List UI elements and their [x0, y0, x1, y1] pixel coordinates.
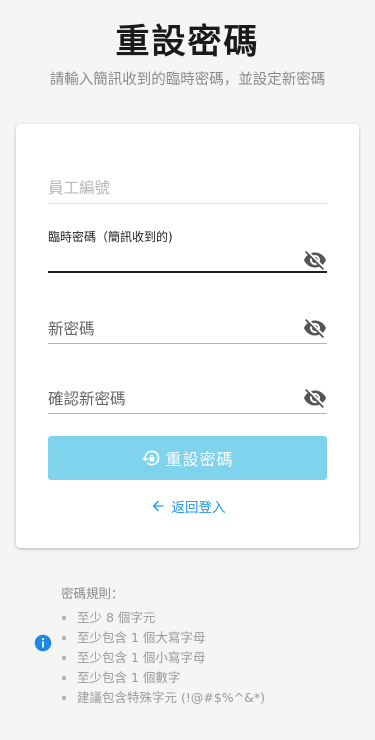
- password-rule-item: 至少包含 1 個大寫字母: [77, 628, 265, 648]
- employee-id-field[interactable]: 員工編號: [48, 172, 327, 206]
- employee-id-underline: [48, 203, 327, 204]
- confirm-password-field[interactable]: 確認新密碼: [48, 384, 327, 414]
- password-rules-list: 至少 8 個字元 至少包含 1 個大寫字母 至少包含 1 個小寫字母 至少包含 …: [61, 608, 265, 708]
- temp-password-underline: [48, 271, 327, 273]
- password-rule-item: 建議包含特殊字元 (!@#$%^&*): [77, 688, 265, 708]
- visibility-off-icon[interactable]: [303, 316, 327, 340]
- reset-password-button-label: 重設密碼: [165, 450, 234, 469]
- visibility-off-icon[interactable]: [303, 386, 327, 410]
- back-to-login-link[interactable]: 返回登入: [16, 496, 359, 516]
- password-rule-item: 至少包含 1 個小寫字母: [77, 648, 265, 668]
- lock-reset-icon: [141, 448, 161, 468]
- confirm-password-underline: [48, 413, 327, 414]
- confirm-password-label: 確認新密碼: [48, 390, 126, 408]
- temp-password-label: 臨時密碼（簡訊收到的): [48, 230, 173, 244]
- back-to-login-label: 返回登入: [171, 500, 226, 516]
- reset-password-card: 員工編號 臨時密碼（簡訊收到的) 新密碼 確認新密碼 重設密碼 返回登入: [16, 124, 359, 548]
- new-password-label: 新密碼: [48, 320, 95, 338]
- password-rule-item: 至少 8 個字元: [77, 608, 265, 628]
- visibility-off-icon[interactable]: [303, 248, 327, 272]
- new-password-underline: [48, 343, 327, 344]
- reset-password-button[interactable]: 重設密碼: [48, 436, 327, 480]
- new-password-field[interactable]: 新密碼: [48, 314, 327, 344]
- arrow-left-icon: [150, 498, 166, 514]
- page-title: 重設密碼: [115, 22, 260, 62]
- page-subtitle: 請輸入簡訊收到的臨時密碼，並設定新密碼: [49, 72, 326, 88]
- temp-password-field[interactable]: 臨時密碼（簡訊收到的): [48, 228, 327, 274]
- password-rule-item: 至少包含 1 個數字: [77, 668, 265, 688]
- employee-id-placeholder: 員工編號: [48, 179, 111, 197]
- password-rules-title: 密碼規則：: [61, 586, 124, 601]
- info-icon: [34, 634, 52, 652]
